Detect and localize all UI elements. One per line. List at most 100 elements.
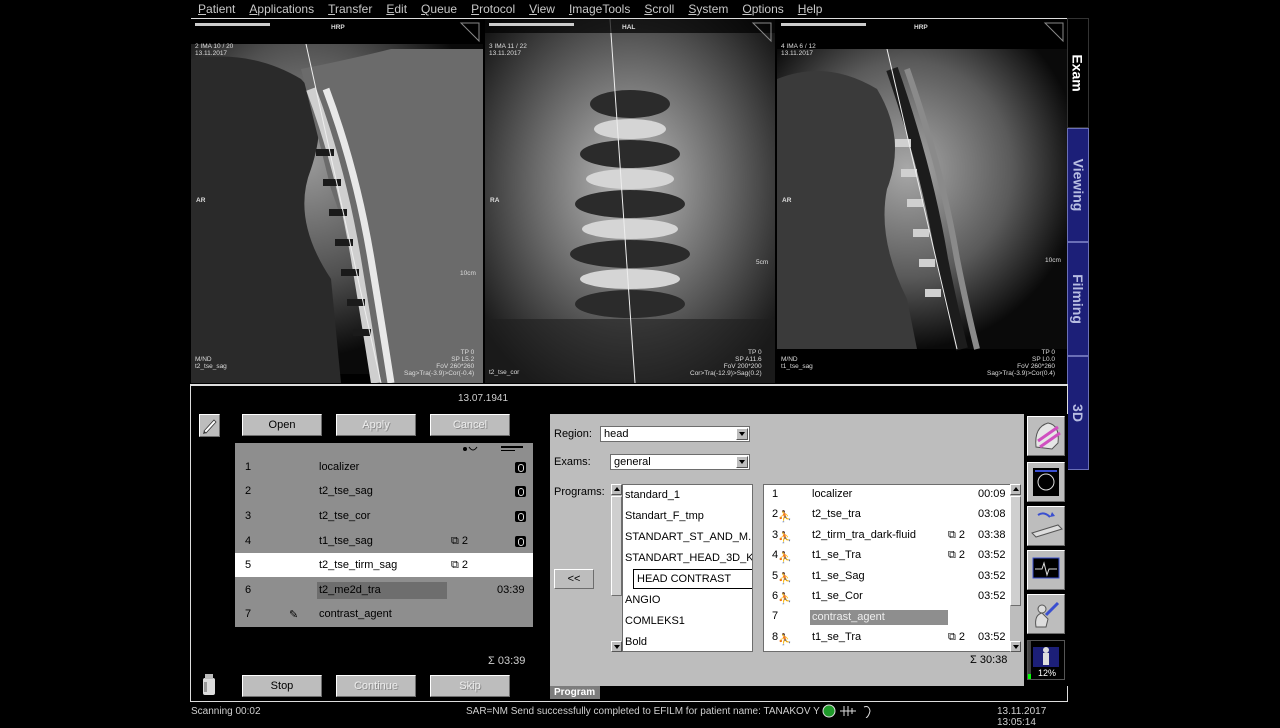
step-row[interactable]: 8 ⛹ t1_se_Tra ⧉ 2 03:52 bbox=[764, 631, 1010, 651]
menu-protocol[interactable]: Protocol bbox=[464, 2, 522, 16]
image-pane-1[interactable]: HRP 2 IMA 10 / 20 13.11.2017 AR 10cm M/N… bbox=[191, 19, 483, 383]
step-row[interactable]: 1 localizer 00:09 bbox=[764, 488, 1010, 508]
exams-select[interactable]: general bbox=[610, 454, 750, 470]
program-item[interactable]: COMLEKS1 bbox=[625, 615, 685, 627]
menu-system[interactable]: System bbox=[681, 2, 735, 16]
progress-percent: 12% bbox=[1038, 668, 1057, 678]
programs-label: Programs: bbox=[554, 486, 605, 498]
patient-birthdate: 13.07.1941 bbox=[458, 393, 509, 404]
progress-track bbox=[1028, 641, 1031, 679]
program-item-selected[interactable]: HEAD CONTRAST bbox=[633, 569, 752, 589]
menu-help[interactable]: Help bbox=[791, 2, 830, 16]
program-item[interactable]: STANDART_ST_AND_M... bbox=[625, 531, 752, 543]
image-info: 4 IMA 6 / 12 13.11.2017 bbox=[781, 43, 816, 57]
step-row[interactable]: 5 ⛹ t1_se_Sag 03:52 bbox=[764, 570, 1010, 590]
head-localizer-icon[interactable] bbox=[1027, 462, 1065, 502]
stop-button[interactable]: Stop bbox=[242, 675, 322, 697]
protocol-total-time: Σ 30:38 bbox=[970, 654, 1008, 666]
tab-3d[interactable]: 3D bbox=[1067, 356, 1089, 470]
tab-viewing[interactable]: Viewing bbox=[1067, 128, 1089, 242]
series-count-icon: ⧉ 2 bbox=[948, 631, 966, 643]
progress-fill bbox=[1028, 674, 1031, 679]
patient-contrast-icon[interactable] bbox=[1027, 594, 1065, 634]
mri-sagittal-image-2 bbox=[777, 19, 1067, 351]
status-indicator-icons bbox=[822, 704, 874, 721]
patient-breathhold-icon: ⛹ bbox=[778, 634, 792, 646]
queue-total-time: Σ 03:39 bbox=[488, 655, 526, 667]
step-row[interactable]: 3 ⛹ t2_tirm_tra_dark-fluid ⧉ 2 03:38 bbox=[764, 529, 1010, 549]
image-info: 3 IMA 11 / 22 13.11.2017 bbox=[489, 43, 527, 57]
queue-row[interactable]: 6 t2_me2d_tra 03:39 bbox=[235, 578, 533, 602]
menu-scroll[interactable]: Scroll bbox=[637, 2, 681, 16]
orientation-label: HAL bbox=[622, 24, 636, 31]
step-row[interactable]: 6 ⛹ t1_se_Cor 03:52 bbox=[764, 590, 1010, 610]
queue-row[interactable]: 1 localizer bbox=[235, 455, 533, 479]
series-count-icon: ⧉ 2 bbox=[451, 534, 469, 547]
queue-row[interactable]: 7 ✎ contrast_agent bbox=[235, 602, 533, 626]
skip-button[interactable]: Skip bbox=[430, 675, 510, 697]
tab-filming[interactable]: Filming bbox=[1067, 242, 1089, 356]
queue-row[interactable]: 2 t2_tse_sag bbox=[235, 479, 533, 503]
menu-transfer[interactable]: Transfer bbox=[321, 2, 379, 16]
back-button[interactable]: << bbox=[554, 569, 594, 589]
apply-button[interactable]: Apply bbox=[336, 414, 416, 436]
programs-scrollbar[interactable] bbox=[611, 484, 622, 652]
chevron-down-icon[interactable] bbox=[736, 456, 748, 468]
menu-queue[interactable]: Queue bbox=[414, 2, 464, 16]
step-row[interactable]: 4 ⛹ t1_se_Tra ⧉ 2 03:52 bbox=[764, 549, 1010, 569]
patient-breathhold-icon: ⛹ bbox=[778, 593, 792, 605]
cancel-button[interactable]: Cancel bbox=[430, 414, 510, 436]
contrast-bottle-icon bbox=[200, 672, 218, 696]
queue-header bbox=[235, 443, 533, 455]
image-viewer: HRP 2 IMA 10 / 20 13.11.2017 AR 10cm M/N… bbox=[191, 18, 1067, 386]
physio-monitor-icon[interactable] bbox=[1027, 550, 1065, 590]
mri-sagittal-image-1 bbox=[191, 19, 483, 383]
program-item[interactable]: ANGIO bbox=[625, 594, 660, 606]
table-position-icon[interactable] bbox=[1027, 506, 1065, 546]
scale-label: 5cm bbox=[756, 259, 769, 266]
continue-button[interactable]: Continue bbox=[336, 675, 416, 697]
queue-row-current[interactable]: 5 t2_tse_tirm_sag ⧉ 2 bbox=[235, 553, 533, 577]
series-count-icon: ⧉ 2 bbox=[948, 549, 966, 561]
scan-progress-icon: 12% bbox=[1027, 640, 1065, 680]
edit-button[interactable] bbox=[199, 414, 220, 437]
program-item[interactable]: Standart_F_tmp bbox=[625, 510, 704, 522]
menu-edit[interactable]: Edit bbox=[379, 2, 414, 16]
chevron-down-icon[interactable] bbox=[736, 428, 748, 440]
status-message: SAR=NM Send successfully completed to EF… bbox=[466, 706, 820, 717]
queue-row[interactable]: 4 t1_tse_sag ⧉ 2 bbox=[235, 529, 533, 553]
scale-label: 10cm bbox=[1045, 257, 1061, 264]
menu-view[interactable]: View bbox=[522, 2, 562, 16]
program-item[interactable]: STANDART_HEAD_3D_K bbox=[625, 552, 752, 564]
step-row[interactable]: 2 ⛹ t2_tse_tra 03:08 bbox=[764, 508, 1010, 528]
image-pane-2[interactable]: HAL 3 IMA 11 / 22 13.11.2017 RA 5cm t2_t… bbox=[485, 19, 775, 383]
menu-options[interactable]: Options bbox=[735, 2, 790, 16]
patient-breathhold-icon: ⛹ bbox=[778, 532, 792, 544]
scan-time-status: Scanning 00:02 bbox=[191, 706, 261, 717]
status-bar: Scanning 00:02 SAR=NM Send successfully … bbox=[191, 703, 1068, 728]
region-select[interactable]: head bbox=[600, 426, 750, 442]
status-icon bbox=[515, 461, 526, 473]
program-item[interactable]: standard_1 bbox=[625, 489, 680, 501]
sequence-label: t2_tse_cor bbox=[489, 369, 520, 376]
tab-exam[interactable]: Exam bbox=[1067, 18, 1089, 128]
step-row[interactable]: 7 contrast_agent bbox=[764, 610, 1010, 630]
menu-imagetools[interactable]: ImageTools bbox=[562, 2, 637, 16]
head-coil-icon[interactable] bbox=[1027, 416, 1065, 456]
steps-scrollbar[interactable] bbox=[1010, 484, 1021, 652]
open-button[interactable]: Open bbox=[242, 414, 322, 436]
side-label: AR bbox=[782, 197, 792, 204]
mri-coronal-image bbox=[485, 19, 775, 383]
protocol-browser: Region: head Exams: general Programs: st… bbox=[550, 414, 1024, 686]
sequence-label: M/ND t2_tse_sag bbox=[195, 356, 227, 370]
menu-patient[interactable]: Patient bbox=[191, 2, 242, 16]
queue-row[interactable]: 3 t2_tse_cor bbox=[235, 504, 533, 528]
side-label: RA bbox=[490, 197, 500, 204]
menu-applications[interactable]: Applications bbox=[242, 2, 321, 16]
status-icon bbox=[515, 535, 526, 547]
status-datetime: 13.11.2017 13:05:14 bbox=[997, 706, 1047, 728]
tab-program[interactable]: Program bbox=[550, 686, 600, 699]
image-pane-3[interactable]: HRP 4 IMA 6 / 12 13.11.2017 AR 10cm M/ND… bbox=[777, 19, 1067, 383]
program-item[interactable]: Bold bbox=[625, 636, 647, 648]
status-icon bbox=[515, 510, 526, 522]
